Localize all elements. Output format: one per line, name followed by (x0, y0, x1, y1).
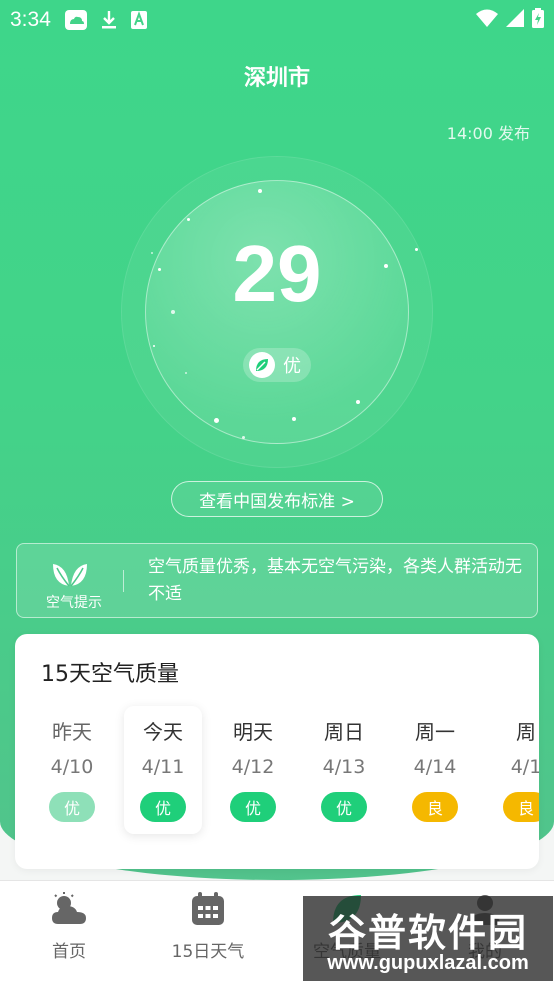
day-name: 周一 (415, 720, 455, 744)
wifi-icon (476, 8, 498, 32)
forecast-title: 15天空气质量 (41, 662, 179, 687)
forecast-day[interactable]: 昨天 4/10 优 (33, 706, 111, 836)
calendar-icon (190, 892, 226, 931)
day-date: 4/1 (510, 756, 539, 778)
air-tip-label: 空气提示 (46, 595, 102, 611)
forecast-day[interactable]: 周一 4/14 良 (396, 706, 474, 836)
download-icon (101, 10, 117, 30)
view-standard-button[interactable]: 查看中国发布标准 > (171, 481, 383, 517)
day-date: 4/11 (141, 756, 185, 778)
tab-label: 首页 (52, 942, 86, 962)
aqi-level: 优 (283, 356, 301, 377)
aqi-level-pill: 优 (49, 792, 95, 822)
air-tip-text: 空气质量优秀，基本无空气污染，各类人群活动无不适 (148, 557, 522, 604)
forecast-day[interactable]: 明天 4/12 优 (214, 706, 292, 836)
day-name: 周 (516, 720, 536, 744)
day-date: 4/10 (50, 756, 94, 778)
status-right (476, 7, 544, 33)
aqi-level-pill: 良 (412, 792, 458, 822)
signal-icon (506, 8, 524, 32)
day-date: 4/14 (413, 756, 457, 778)
forecast-day[interactable]: 周 4/1 良 (487, 706, 539, 836)
leaves-icon (51, 558, 89, 592)
text-a-icon (130, 11, 147, 29)
cloud-app-icon (64, 10, 87, 30)
watermark-title: 谷普软件园 (327, 911, 528, 955)
aqi-level-pill: 良 (503, 792, 539, 822)
aqi-level-badge: 优 (243, 348, 311, 382)
status-time: 3:34 (10, 8, 51, 31)
watermark-url: www.gupuxlazal.com (327, 952, 529, 974)
publish-time: 14:00 发布 (446, 124, 530, 143)
aqi-level-pill: 优 (140, 792, 186, 822)
battery-icon (532, 7, 544, 33)
forecast-day-today[interactable]: 今天 4/11 优 (124, 706, 202, 834)
day-name: 周日 (324, 720, 364, 744)
tab-label: 15日天气 (171, 942, 245, 962)
cloud-sun-icon (50, 892, 88, 931)
aqi-level-pill: 优 (230, 792, 276, 822)
forecast-day[interactable]: 周日 4/13 优 (305, 706, 383, 836)
day-name: 明天 (233, 720, 273, 744)
day-name: 昨天 (52, 720, 92, 744)
day-date: 4/12 (231, 756, 275, 778)
aqi-level-pill: 优 (321, 792, 367, 822)
divider (123, 570, 124, 592)
tab-home[interactable]: 首页 (4, 891, 134, 962)
tab-15day[interactable]: 15日天气 (143, 891, 273, 962)
status-bar: 3:34 (0, 0, 554, 40)
day-name: 今天 (143, 720, 183, 744)
aqi-value: 29 (232, 229, 322, 318)
city-title[interactable]: 深圳市 (0, 60, 554, 92)
watermark: 谷普软件园 www.gupuxlazal.com (303, 896, 553, 981)
day-date: 4/13 (322, 756, 366, 778)
leaf-icon (249, 352, 275, 378)
forecast-card: 15天空气质量 昨天 4/10 优 今天 4/11 优 明天 4/12 优 周日… (15, 634, 539, 869)
air-tip-card: 空气提示 空气质量优秀，基本无空气污染，各类人群活动无不适 (16, 543, 538, 618)
